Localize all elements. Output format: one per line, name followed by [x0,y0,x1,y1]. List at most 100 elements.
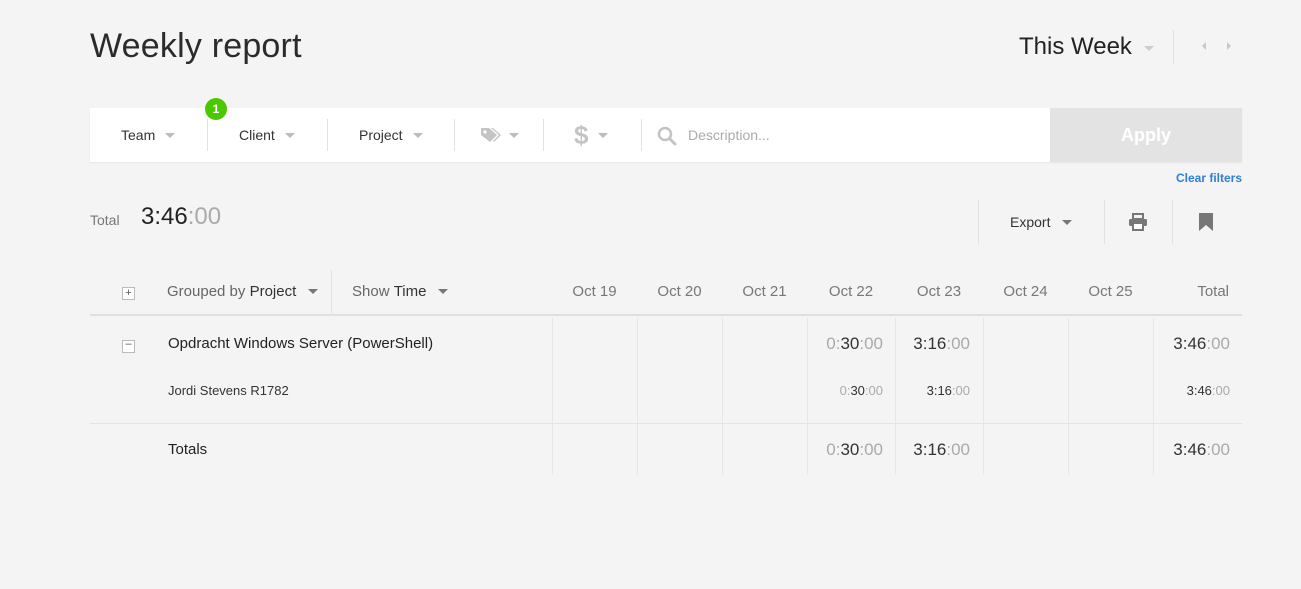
billable-filter[interactable]: $ [574,108,609,162]
print-icon[interactable] [1128,213,1148,231]
day-header-oct24: Oct 24 [1003,283,1048,300]
chevron-down-icon [1143,45,1154,51]
day-header-oct20: Oct 20 [657,283,702,300]
previous-period-button[interactable] [1202,42,1206,50]
divider [90,423,1242,424]
time-seconds: :00 [946,334,970,353]
tag-filter[interactable] [479,108,519,162]
divider [1068,318,1069,475]
group-by-dropdown[interactable]: Grouped by Project [167,283,319,300]
chevron-down-icon [165,132,176,138]
client-filter[interactable]: Client [239,108,295,162]
time-seconds: :00 [864,383,883,398]
time-seconds: :00 [951,383,970,398]
divider [1104,200,1105,244]
total-value-main: 3:46 [141,203,188,230]
dollar-icon: $ [574,119,589,150]
divider [1172,200,1173,244]
chevron-down-icon [438,289,449,294]
divider [543,119,544,151]
day-header-oct21: Oct 21 [742,283,787,300]
divider [637,318,638,475]
project-name: Opdracht Windows Server (PowerShell) [168,335,434,352]
user-name: Jordi Stevens R1782 [168,383,289,398]
day-header-oct19: Oct 19 [572,283,617,300]
totals-label: Totals [168,441,208,458]
totals-total-time: 3:46:00 [1154,440,1230,460]
project-oct22-time: 0:30:00 [808,334,883,354]
show-value: Time [393,283,427,300]
divider [454,119,455,151]
total-label: Total [90,212,120,228]
export-dropdown[interactable]: Export [1010,214,1073,230]
totals-oct22-time: 0:30:00 [808,440,883,460]
clear-filters-link[interactable]: Clear filters [1176,171,1242,185]
time-minutes: 3:16 [913,440,947,459]
team-filter-label: Team [121,127,156,143]
divider [722,318,723,475]
chevron-down-icon [412,132,423,138]
time-minutes: 3:16 [913,334,947,353]
apply-button[interactable]: Apply [1050,108,1242,162]
project-filter-label: Project [359,127,403,143]
divider [1173,30,1174,64]
divider [207,119,208,151]
divider [327,119,328,151]
time-minutes: 30 [840,440,860,459]
time-seconds: :00 [1206,334,1230,353]
time-seconds: :00 [859,334,883,353]
project-total-time: 3:46:00 [1154,334,1230,354]
filter-bar: Team 1 Client Project $ Apply [90,98,1242,162]
expand-all-button[interactable]: + [122,287,135,300]
user-total-time: 3:46:00 [1154,383,1230,398]
period-label: This Week [1019,33,1132,60]
divider [552,318,553,475]
day-header-oct25: Oct 25 [1088,283,1133,300]
time-minutes: 3:46 [1173,334,1207,353]
time-seconds: :00 [1211,383,1230,398]
time-seconds: :00 [859,440,883,459]
time-hours: 0: [826,440,841,459]
next-period-button[interactable] [1227,42,1231,50]
time-hours: 0: [826,334,841,353]
bookmark-icon[interactable] [1198,212,1214,232]
page-title: Weekly report [90,27,302,65]
project-filter[interactable]: Project [359,108,423,162]
period-selector[interactable]: This Week [1019,33,1154,61]
chevron-down-icon [284,132,295,138]
total-value-seconds: :00 [187,203,222,230]
search-icon [657,126,677,146]
chevron-down-icon [1062,219,1073,225]
group-by-value: Project [249,283,297,300]
tag-icon [481,128,501,142]
divider [331,270,332,316]
export-label: Export [1010,214,1051,230]
show-prefix: Show [352,283,390,300]
collapse-project-button[interactable]: – [122,339,135,353]
divider [978,200,979,244]
time-seconds: :00 [946,440,970,459]
project-oct23-time: 3:16:00 [896,334,970,354]
chevron-down-icon [308,289,319,294]
chevron-down-icon [509,132,519,138]
divider [641,119,642,151]
total-value: 3:46:00 [141,203,221,231]
team-filter[interactable]: Team 1 [121,98,227,162]
table-header: + Grouped by Project Show Time Oct 19 Oc… [90,268,1242,316]
user-oct22-time: 0:30:00 [808,383,883,398]
team-filter-count-badge: 1 [205,98,227,120]
client-filter-label: Client [239,127,275,143]
time-hours: 0: [839,383,851,398]
totals-oct23-time: 3:16:00 [896,440,970,460]
day-header-oct22: Oct 22 [828,283,874,300]
divider [983,318,984,475]
description-search-input[interactable] [688,123,1028,147]
day-header-oct23: Oct 23 [916,283,962,300]
total-header: Total [1197,283,1229,300]
group-by-prefix: Grouped by [167,283,246,300]
time-minutes: 30 [840,334,860,353]
user-oct23-time: 3:16:00 [896,383,970,398]
time-seconds: :00 [1206,440,1230,459]
show-dropdown[interactable]: Show Time [352,283,449,300]
time-minutes: 3:46 [1186,383,1212,398]
